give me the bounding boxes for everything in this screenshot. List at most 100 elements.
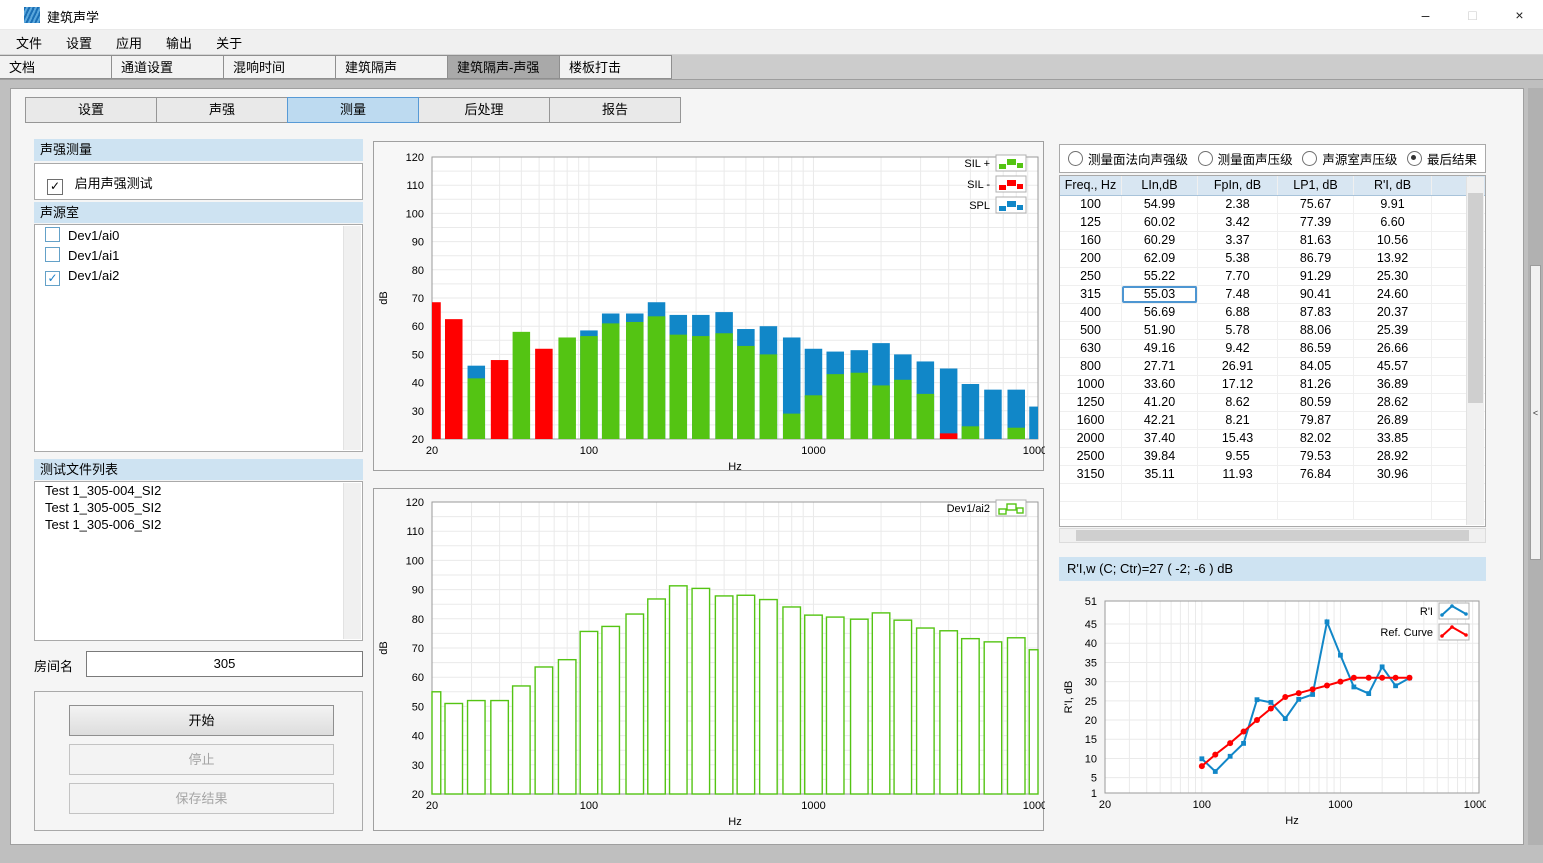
channel-row-2[interactable]: ✓Dev1/ai2 bbox=[35, 265, 362, 285]
scroll-down-icon[interactable] bbox=[344, 435, 361, 450]
table-cell[interactable]: 26.66 bbox=[1354, 340, 1432, 357]
table-cell[interactable]: 35.11 bbox=[1122, 466, 1198, 483]
table-cell[interactable]: 36.89 bbox=[1354, 376, 1432, 393]
table-cell[interactable]: 630 bbox=[1060, 340, 1122, 357]
radio-button[interactable] bbox=[1302, 151, 1317, 166]
radio-item-3[interactable]: 最后结果 bbox=[1407, 149, 1477, 168]
table-cell[interactable]: 2500 bbox=[1060, 448, 1122, 465]
table-cell[interactable] bbox=[1278, 502, 1354, 519]
table-cell[interactable]: 17.12 bbox=[1198, 376, 1278, 393]
table-cell[interactable]: 24.60 bbox=[1354, 286, 1432, 303]
sub-tab-3[interactable]: 后处理 bbox=[418, 97, 550, 123]
table-cell[interactable]: 9.91 bbox=[1354, 196, 1432, 213]
table-cell[interactable]: 49.16 bbox=[1122, 340, 1198, 357]
table-cell[interactable] bbox=[1432, 376, 1470, 393]
radio-button[interactable] bbox=[1407, 151, 1422, 166]
table-cell[interactable]: 26.91 bbox=[1198, 358, 1278, 375]
table-cell[interactable]: 100 bbox=[1060, 196, 1122, 213]
table-cell[interactable] bbox=[1432, 214, 1470, 231]
table-cell[interactable]: 75.67 bbox=[1278, 196, 1354, 213]
channel-checkbox[interactable] bbox=[45, 247, 60, 262]
table-cell[interactable]: 160 bbox=[1060, 232, 1122, 249]
menu-item-4[interactable]: 关于 bbox=[204, 30, 254, 55]
table-cell[interactable] bbox=[1432, 484, 1470, 501]
table-cell[interactable]: 3.42 bbox=[1198, 214, 1278, 231]
menu-item-1[interactable]: 设置 bbox=[54, 30, 104, 55]
test-file-item-1[interactable]: Test 1_305-005_SI2 bbox=[35, 499, 362, 516]
table-cell[interactable] bbox=[1432, 430, 1470, 447]
minimize-button[interactable]: – bbox=[1402, 0, 1449, 30]
radio-button[interactable] bbox=[1198, 151, 1213, 166]
table-cell[interactable]: 84.05 bbox=[1278, 358, 1354, 375]
table-cell[interactable]: 5.38 bbox=[1198, 250, 1278, 267]
sub-tab-0[interactable]: 设置 bbox=[25, 97, 157, 123]
test-file-item-2[interactable]: Test 1_305-006_SI2 bbox=[35, 516, 362, 533]
table-cell[interactable] bbox=[1432, 232, 1470, 249]
table-cell[interactable]: 2000 bbox=[1060, 430, 1122, 447]
table-cell[interactable] bbox=[1432, 196, 1470, 213]
main-tab-5[interactable]: 楼板打击 bbox=[559, 55, 672, 79]
table-cell[interactable] bbox=[1278, 484, 1354, 501]
table-cell[interactable]: 39.84 bbox=[1122, 448, 1198, 465]
table-cell[interactable] bbox=[1354, 502, 1432, 519]
table-cell[interactable]: 2.38 bbox=[1198, 196, 1278, 213]
table-cell[interactable]: 86.59 bbox=[1278, 340, 1354, 357]
main-tab-1[interactable]: 通道设置 bbox=[111, 55, 224, 79]
table-cell[interactable]: 33.60 bbox=[1122, 376, 1198, 393]
table-cell[interactable]: 250 bbox=[1060, 268, 1122, 285]
scroll-right-icon[interactable] bbox=[1470, 529, 1485, 542]
radio-item-0[interactable]: 测量面法向声强级 bbox=[1068, 149, 1188, 168]
scroll-up-icon[interactable] bbox=[344, 226, 361, 241]
channel-checkbox[interactable] bbox=[45, 227, 60, 242]
sub-tab-1[interactable]: 声强 bbox=[156, 97, 288, 123]
table-cell[interactable] bbox=[1432, 286, 1470, 303]
scroll-left-icon[interactable] bbox=[1060, 529, 1075, 542]
table-cell[interactable]: 3.37 bbox=[1198, 232, 1278, 249]
maximize-button[interactable]: □ bbox=[1449, 0, 1496, 30]
sub-tab-2[interactable]: 测量 bbox=[287, 97, 419, 123]
table-cell[interactable]: 8.62 bbox=[1198, 394, 1278, 411]
table-cell[interactable]: 79.87 bbox=[1278, 412, 1354, 429]
table-cell[interactable]: 11.93 bbox=[1198, 466, 1278, 483]
table-cell[interactable]: 33.85 bbox=[1354, 430, 1432, 447]
table-cell[interactable] bbox=[1432, 448, 1470, 465]
table-cell[interactable]: 9.55 bbox=[1198, 448, 1278, 465]
table-cell[interactable]: 10.56 bbox=[1354, 232, 1432, 249]
collapse-panel-button[interactable]: < bbox=[1530, 265, 1541, 560]
table-cell[interactable]: 15.43 bbox=[1198, 430, 1278, 447]
table-cell[interactable]: 55.22 bbox=[1122, 268, 1198, 285]
table-cell[interactable]: 86.79 bbox=[1278, 250, 1354, 267]
main-tab-0[interactable]: 文档 bbox=[0, 55, 112, 79]
radio-item-2[interactable]: 声源室声压级 bbox=[1302, 149, 1397, 168]
table-cell[interactable]: 6.60 bbox=[1354, 214, 1432, 231]
table-cell[interactable]: 91.29 bbox=[1278, 268, 1354, 285]
table-cell[interactable] bbox=[1432, 502, 1470, 519]
test-file-item-0[interactable]: Test 1_305-004_SI2 bbox=[35, 482, 362, 499]
close-button[interactable]: × bbox=[1496, 0, 1543, 30]
scroll-down-icon[interactable] bbox=[344, 624, 361, 639]
table-cell[interactable]: 90.41 bbox=[1278, 286, 1354, 303]
table-cell[interactable] bbox=[1198, 502, 1278, 519]
channel-list-scrollbar[interactable] bbox=[343, 226, 361, 450]
table-cell[interactable] bbox=[1432, 304, 1470, 321]
radio-item-1[interactable]: 测量面声压级 bbox=[1198, 149, 1293, 168]
main-tab-4[interactable]: 建筑隔声-声强 bbox=[447, 55, 560, 79]
table-cell[interactable]: 125 bbox=[1060, 214, 1122, 231]
table-vertical-scrollbar[interactable] bbox=[1466, 177, 1484, 525]
radio-button[interactable] bbox=[1068, 151, 1083, 166]
table-cell[interactable] bbox=[1198, 484, 1278, 501]
table-horizontal-scrollbar[interactable] bbox=[1059, 528, 1486, 543]
table-cell[interactable] bbox=[1060, 502, 1122, 519]
start-button[interactable]: 开始 bbox=[69, 705, 334, 736]
table-cell[interactable]: 27.71 bbox=[1122, 358, 1198, 375]
channel-checkbox[interactable]: ✓ bbox=[45, 271, 60, 286]
sub-tab-4[interactable]: 报告 bbox=[549, 97, 681, 123]
table-cell[interactable]: 200 bbox=[1060, 250, 1122, 267]
table-cell[interactable]: 800 bbox=[1060, 358, 1122, 375]
table-cell[interactable]: 28.62 bbox=[1354, 394, 1432, 411]
table-cell[interactable]: 82.02 bbox=[1278, 430, 1354, 447]
table-cell[interactable]: 9.42 bbox=[1198, 340, 1278, 357]
table-cell[interactable] bbox=[1354, 484, 1432, 501]
table-cell[interactable]: 55.03 bbox=[1122, 286, 1198, 303]
table-cell[interactable]: 7.70 bbox=[1198, 268, 1278, 285]
